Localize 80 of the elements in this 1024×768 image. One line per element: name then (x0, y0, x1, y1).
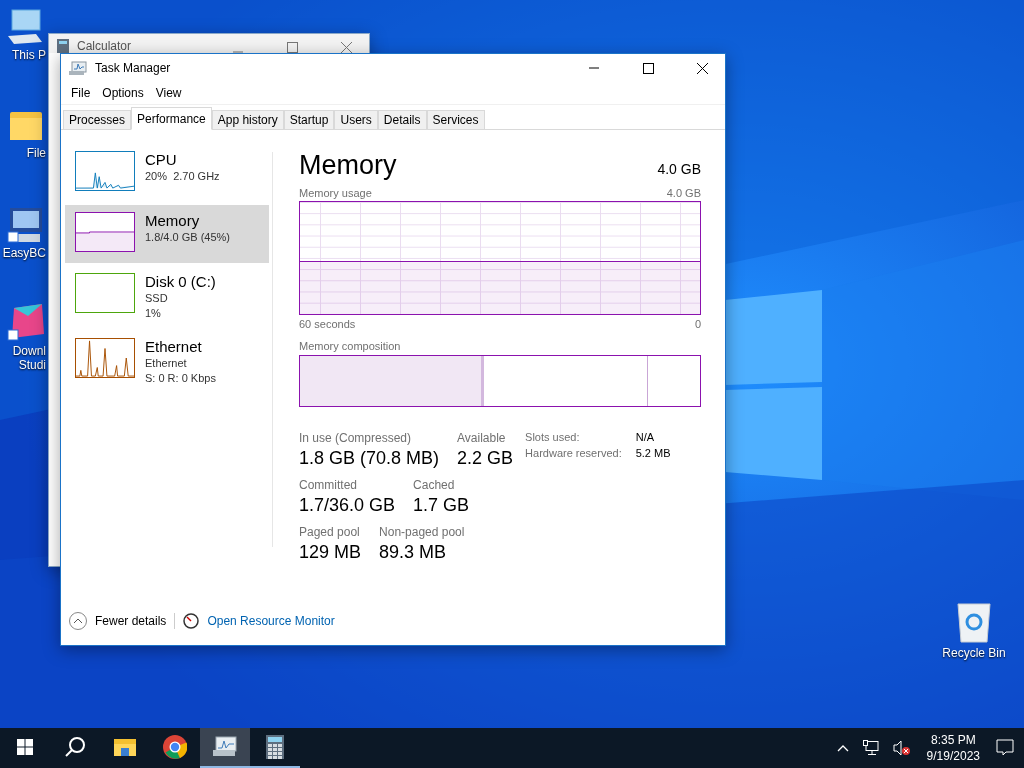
maximize-icon (286, 42, 298, 53)
tab[interactable]: App history (211, 110, 284, 130)
desktop-icon-label[interactable]: Recycle Bin (942, 646, 1006, 660)
minimize-icon (233, 51, 243, 53)
resource-name: Memory (145, 212, 201, 230)
desktop-icon-label[interactable]: This P (12, 48, 46, 62)
calculator-icon (57, 39, 69, 53)
chevron-up-icon[interactable] (69, 612, 87, 630)
resource-item[interactable]: Disk 0 (C:) SSD 1% (65, 266, 269, 328)
app-icon (6, 302, 46, 342)
resource-detail: 20% 2.70 GHz (145, 169, 220, 184)
detail-label: Slots used: (525, 431, 581, 443)
gauge-icon[interactable] (183, 613, 200, 629)
muted-speaker-icon (892, 740, 911, 756)
tab[interactable]: Processes (63, 110, 132, 130)
stat-value: 1.8 GB (70.8 MB) (299, 448, 440, 469)
stat-label: Non-paged pool (379, 525, 465, 539)
browser-icon (163, 735, 187, 759)
monitor-chart-icon (212, 736, 238, 758)
window-title: Calculator (77, 39, 133, 53)
axis-label: 0 (694, 318, 701, 330)
desktop-icon-label[interactable]: EasyBC (2, 246, 46, 260)
tab[interactable]: Performance (131, 107, 212, 130)
resource-name: CPU (145, 151, 178, 169)
axis-label: 4.0 GB (666, 187, 701, 199)
resource-detail: 1.8/4.0 GB (45%) (145, 230, 230, 245)
stat-label: Committed (299, 478, 358, 492)
stat-label: Paged pool (299, 525, 361, 539)
desktop-icon-label[interactable]: Downl Studi (12, 344, 46, 372)
resource-name: Ethernet (145, 338, 203, 356)
folder-icon (114, 737, 136, 757)
tab[interactable]: Startup (283, 110, 335, 130)
stat-value: 1.7 GB (413, 495, 470, 516)
menu-item[interactable]: Options (96, 86, 150, 100)
graph-label: Memory composition (299, 340, 401, 352)
resource-detail: SSD (145, 291, 169, 306)
window-title: Task Manager (95, 61, 172, 75)
resource-item[interactable]: CPU 20% 2.70 GHz (65, 144, 269, 202)
desktop-icon-label[interactable]: File (26, 146, 46, 160)
resource-detail: S: 0 R: 0 Kbps (145, 371, 216, 386)
stat-label: Cached (413, 478, 456, 492)
recycle-bin-icon (954, 600, 994, 644)
stat-value: 129 MB (299, 542, 362, 563)
graph-label: Memory usage (299, 187, 372, 199)
detail-value: N/A (635, 431, 656, 443)
windows-logo-icon (17, 739, 33, 755)
capacity-text: 4.0 GB (657, 161, 701, 177)
tab[interactable]: Services (426, 110, 485, 130)
panel-title: Memory (299, 150, 397, 181)
axis-label: 60 seconds (299, 318, 356, 330)
taskbar-button[interactable] (200, 728, 250, 768)
search-icon (64, 736, 86, 758)
calculator-icon (266, 735, 284, 759)
resource-detail: Ethernet (145, 356, 188, 371)
tab[interactable]: Details (377, 110, 427, 130)
stat-label: Available (457, 431, 507, 445)
clock[interactable]: 8:35 PM 9/19/2023 (920, 733, 986, 763)
menu-item[interactable]: File (65, 86, 97, 100)
detail-label: Hardware reserved: (525, 447, 622, 459)
resource-detail: 1% (145, 306, 162, 321)
monitor-chart-icon (69, 60, 87, 76)
maximize-icon (642, 62, 654, 74)
chevron-up-icon (836, 744, 849, 752)
stat-label: In use (Compressed) (299, 431, 413, 445)
resource-item[interactable]: Memory 1.8/4.0 GB (45%) (65, 205, 269, 263)
fewer-details-link[interactable]: Fewer details (95, 614, 167, 628)
menu-item[interactable]: View (149, 86, 188, 100)
close-icon (696, 62, 708, 74)
detail-value: 5.2 MB (635, 447, 671, 459)
close-icon (340, 42, 352, 53)
resource-name: Disk 0 (C:) (145, 273, 216, 291)
tab[interactable]: Users (334, 110, 378, 130)
speech-bubble-icon (996, 739, 1014, 757)
stat-value: 2.2 GB (457, 448, 514, 469)
resource-item[interactable]: Ethernet Ethernet S: 0 R: 0 Kbps (65, 331, 269, 393)
stat-value: 1.7/36.0 GB (299, 495, 396, 516)
resource-monitor-link[interactable]: Open Resource Monitor (207, 614, 335, 628)
minimize-icon (589, 67, 599, 69)
network-icon (862, 740, 879, 756)
stat-value: 89.3 MB (379, 542, 448, 563)
